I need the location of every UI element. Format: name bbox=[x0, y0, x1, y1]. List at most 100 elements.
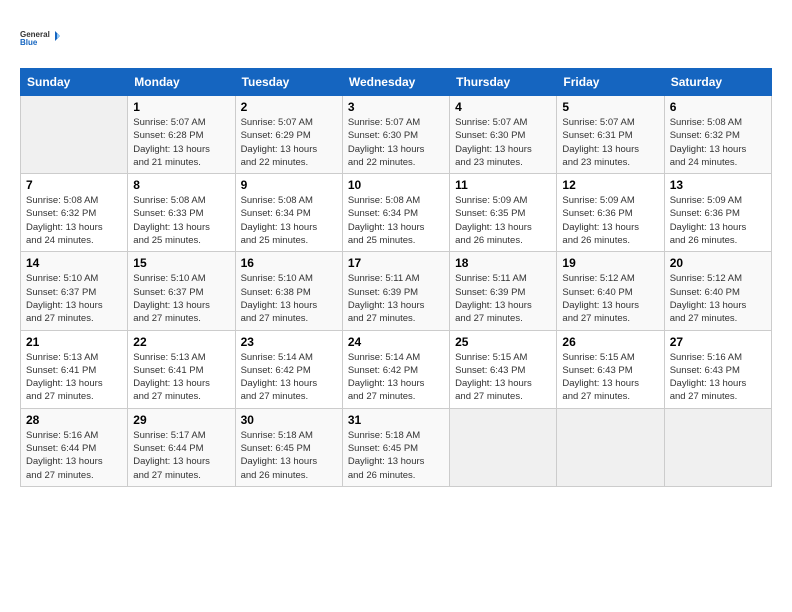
day-info: Sunrise: 5:16 AMSunset: 6:44 PMDaylight:… bbox=[26, 429, 122, 482]
day-number: 22 bbox=[133, 335, 229, 349]
calendar-cell: 1 Sunrise: 5:07 AMSunset: 6:28 PMDaylight… bbox=[128, 96, 235, 174]
calendar-cell: 26 Sunrise: 5:15 AMSunset: 6:43 PMDayligh… bbox=[557, 330, 664, 408]
day-info: Sunrise: 5:07 AMSunset: 6:30 PMDaylight:… bbox=[455, 116, 551, 169]
calendar-cell: 3 Sunrise: 5:07 AMSunset: 6:30 PMDaylight… bbox=[342, 96, 449, 174]
day-info: Sunrise: 5:10 AMSunset: 6:37 PMDaylight:… bbox=[26, 272, 122, 325]
calendar-cell: 16 Sunrise: 5:10 AMSunset: 6:38 PMDayligh… bbox=[235, 252, 342, 330]
weekday-header: Saturday bbox=[664, 69, 771, 96]
day-number: 24 bbox=[348, 335, 444, 349]
day-number: 25 bbox=[455, 335, 551, 349]
calendar-week-row: 7 Sunrise: 5:08 AMSunset: 6:32 PMDaylight… bbox=[21, 174, 772, 252]
calendar-cell bbox=[664, 408, 771, 486]
day-number: 1 bbox=[133, 100, 229, 114]
calendar-cell: 20 Sunrise: 5:12 AMSunset: 6:40 PMDayligh… bbox=[664, 252, 771, 330]
calendar-week-row: 14 Sunrise: 5:10 AMSunset: 6:37 PMDayligh… bbox=[21, 252, 772, 330]
calendar-cell bbox=[21, 96, 128, 174]
weekday-header: Tuesday bbox=[235, 69, 342, 96]
day-number: 14 bbox=[26, 256, 122, 270]
calendar-cell: 28 Sunrise: 5:16 AMSunset: 6:44 PMDayligh… bbox=[21, 408, 128, 486]
day-info: Sunrise: 5:12 AMSunset: 6:40 PMDaylight:… bbox=[670, 272, 766, 325]
day-number: 4 bbox=[455, 100, 551, 114]
day-info: Sunrise: 5:18 AMSunset: 6:45 PMDaylight:… bbox=[241, 429, 337, 482]
day-number: 8 bbox=[133, 178, 229, 192]
day-info: Sunrise: 5:09 AMSunset: 6:36 PMDaylight:… bbox=[670, 194, 766, 247]
day-number: 9 bbox=[241, 178, 337, 192]
day-number: 3 bbox=[348, 100, 444, 114]
day-info: Sunrise: 5:11 AMSunset: 6:39 PMDaylight:… bbox=[455, 272, 551, 325]
calendar-cell: 15 Sunrise: 5:10 AMSunset: 6:37 PMDayligh… bbox=[128, 252, 235, 330]
calendar-cell: 4 Sunrise: 5:07 AMSunset: 6:30 PMDaylight… bbox=[450, 96, 557, 174]
day-number: 5 bbox=[562, 100, 658, 114]
calendar-week-row: 21Sunrise: 5:13 AMSunset: 6:41 PMDayligh… bbox=[21, 330, 772, 408]
day-number: 13 bbox=[670, 178, 766, 192]
weekday-header: Wednesday bbox=[342, 69, 449, 96]
day-number: 7 bbox=[26, 178, 122, 192]
calendar-cell: 8 Sunrise: 5:08 AMSunset: 6:33 PMDaylight… bbox=[128, 174, 235, 252]
day-info: Sunrise: 5:10 AMSunset: 6:38 PMDaylight:… bbox=[241, 272, 337, 325]
day-info: Sunrise: 5:12 AMSunset: 6:40 PMDaylight:… bbox=[562, 272, 658, 325]
day-info: Sunrise: 5:16 AMSunset: 6:43 PMDaylight:… bbox=[670, 351, 766, 404]
day-info: Sunrise: 5:09 AMSunset: 6:36 PMDaylight:… bbox=[562, 194, 658, 247]
calendar-cell: 9 Sunrise: 5:08 AMSunset: 6:34 PMDaylight… bbox=[235, 174, 342, 252]
day-info: Sunrise: 5:15 AMSunset: 6:43 PMDaylight:… bbox=[562, 351, 658, 404]
day-info: Sunrise: 5:14 AMSunset: 6:42 PMDaylight:… bbox=[348, 351, 444, 404]
calendar-table: SundayMondayTuesdayWednesdayThursdayFrid… bbox=[20, 68, 772, 487]
calendar-cell: 14 Sunrise: 5:10 AMSunset: 6:37 PMDayligh… bbox=[21, 252, 128, 330]
svg-text:Blue: Blue bbox=[20, 38, 38, 47]
day-info: Sunrise: 5:10 AMSunset: 6:37 PMDaylight:… bbox=[133, 272, 229, 325]
day-info: Sunrise: 5:17 AMSunset: 6:44 PMDaylight:… bbox=[133, 429, 229, 482]
day-number: 27 bbox=[670, 335, 766, 349]
day-number: 19 bbox=[562, 256, 658, 270]
day-number: 12 bbox=[562, 178, 658, 192]
day-number: 15 bbox=[133, 256, 229, 270]
weekday-header-row: SundayMondayTuesdayWednesdayThursdayFrid… bbox=[21, 69, 772, 96]
calendar-cell: 29Sunrise: 5:17 AMSunset: 6:44 PMDayligh… bbox=[128, 408, 235, 486]
day-number: 2 bbox=[241, 100, 337, 114]
calendar-cell: 6Sunrise: 5:08 AMSunset: 6:32 PMDaylight… bbox=[664, 96, 771, 174]
calendar-cell: 2 Sunrise: 5:07 AMSunset: 6:29 PMDaylight… bbox=[235, 96, 342, 174]
calendar-cell: 5Sunrise: 5:07 AMSunset: 6:31 PMDaylight… bbox=[557, 96, 664, 174]
calendar-week-row: 28 Sunrise: 5:16 AMSunset: 6:44 PMDayligh… bbox=[21, 408, 772, 486]
calendar-cell bbox=[557, 408, 664, 486]
logo-svg: General Blue bbox=[20, 20, 60, 56]
day-info: Sunrise: 5:07 AMSunset: 6:29 PMDaylight:… bbox=[241, 116, 337, 169]
day-info: Sunrise: 5:07 AMSunset: 6:30 PMDaylight:… bbox=[348, 116, 444, 169]
day-info: Sunrise: 5:08 AMSunset: 6:33 PMDaylight:… bbox=[133, 194, 229, 247]
weekday-header: Monday bbox=[128, 69, 235, 96]
calendar-cell: 7 Sunrise: 5:08 AMSunset: 6:32 PMDaylight… bbox=[21, 174, 128, 252]
calendar-cell: 31Sunrise: 5:18 AMSunset: 6:45 PMDayligh… bbox=[342, 408, 449, 486]
header: General Blue bbox=[20, 20, 772, 56]
weekday-header: Thursday bbox=[450, 69, 557, 96]
day-number: 28 bbox=[26, 413, 122, 427]
calendar-cell: 27 Sunrise: 5:16 AMSunset: 6:43 PMDayligh… bbox=[664, 330, 771, 408]
day-number: 26 bbox=[562, 335, 658, 349]
calendar-cell: 17Sunrise: 5:11 AMSunset: 6:39 PMDayligh… bbox=[342, 252, 449, 330]
calendar-cell: 18 Sunrise: 5:11 AMSunset: 6:39 PMDayligh… bbox=[450, 252, 557, 330]
weekday-header: Friday bbox=[557, 69, 664, 96]
day-info: Sunrise: 5:08 AMSunset: 6:32 PMDaylight:… bbox=[26, 194, 122, 247]
calendar-cell: 10Sunrise: 5:08 AMSunset: 6:34 PMDayligh… bbox=[342, 174, 449, 252]
calendar-cell: 13 Sunrise: 5:09 AMSunset: 6:36 PMDayligh… bbox=[664, 174, 771, 252]
day-info: Sunrise: 5:08 AMSunset: 6:34 PMDaylight:… bbox=[241, 194, 337, 247]
day-info: Sunrise: 5:07 AMSunset: 6:28 PMDaylight:… bbox=[133, 116, 229, 169]
calendar-cell: 25 Sunrise: 5:15 AMSunset: 6:43 PMDayligh… bbox=[450, 330, 557, 408]
day-info: Sunrise: 5:13 AMSunset: 6:41 PMDaylight:… bbox=[133, 351, 229, 404]
calendar-cell: 23Sunrise: 5:14 AMSunset: 6:42 PMDayligh… bbox=[235, 330, 342, 408]
calendar-cell: 19 Sunrise: 5:12 AMSunset: 6:40 PMDayligh… bbox=[557, 252, 664, 330]
calendar-cell bbox=[450, 408, 557, 486]
calendar-cell: 11Sunrise: 5:09 AMSunset: 6:35 PMDayligh… bbox=[450, 174, 557, 252]
day-number: 20 bbox=[670, 256, 766, 270]
day-number: 31 bbox=[348, 413, 444, 427]
logo: General Blue bbox=[20, 20, 60, 56]
day-number: 10 bbox=[348, 178, 444, 192]
day-number: 30 bbox=[241, 413, 337, 427]
day-info: Sunrise: 5:11 AMSunset: 6:39 PMDaylight:… bbox=[348, 272, 444, 325]
day-number: 16 bbox=[241, 256, 337, 270]
day-info: Sunrise: 5:15 AMSunset: 6:43 PMDaylight:… bbox=[455, 351, 551, 404]
calendar-week-row: 1 Sunrise: 5:07 AMSunset: 6:28 PMDaylight… bbox=[21, 96, 772, 174]
page-container: General Blue SundayMondayTuesdayWednesda… bbox=[0, 0, 792, 612]
day-info: Sunrise: 5:09 AMSunset: 6:35 PMDaylight:… bbox=[455, 194, 551, 247]
calendar-cell: 22 Sunrise: 5:13 AMSunset: 6:41 PMDayligh… bbox=[128, 330, 235, 408]
day-number: 18 bbox=[455, 256, 551, 270]
calendar-cell: 24 Sunrise: 5:14 AMSunset: 6:42 PMDayligh… bbox=[342, 330, 449, 408]
